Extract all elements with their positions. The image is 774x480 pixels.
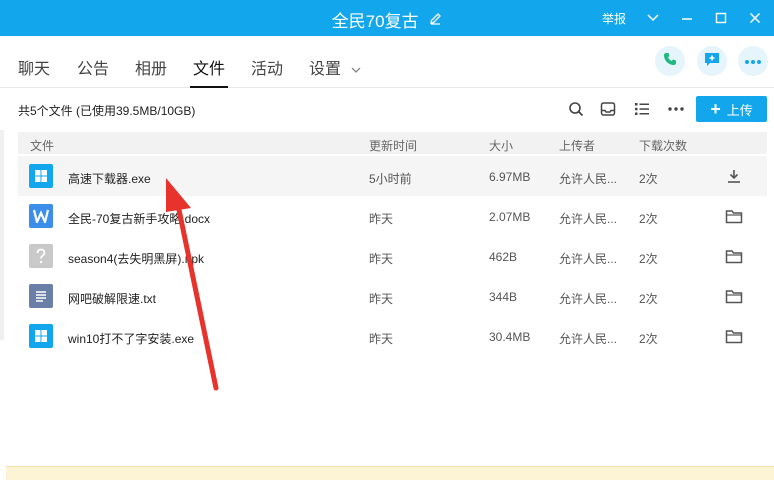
file-size: 344B <box>489 290 518 304</box>
file-name[interactable]: season4(去失明黑屏).npk <box>68 250 204 267</box>
file-toolbar: 共5个文件 (已使用39.5MB/10GB) + 上传 <box>0 88 774 130</box>
file-size: 6.97MB <box>489 170 531 184</box>
file-summary: 共5个文件 (已使用39.5MB/10GB) <box>18 104 196 118</box>
folder-icon[interactable] <box>724 247 744 265</box>
file-uploader: 允许人民... <box>559 172 618 186</box>
phone-button[interactable] <box>655 46 685 76</box>
chevron-down-icon[interactable] <box>646 11 660 25</box>
close-icon[interactable] <box>748 11 762 25</box>
tab-announcement[interactable]: 公告 <box>77 55 109 79</box>
file-time: 昨天 <box>369 292 394 306</box>
word-file-icon <box>29 204 53 228</box>
column-header-downloads[interactable]: 下载次数 <box>639 137 687 154</box>
tab-settings-label: 设置 <box>309 61 342 78</box>
text-file-icon <box>29 284 53 308</box>
table-row[interactable]: 全民-70复古新手攻略.docx 昨天 2.07MB 允许人民... 2次 <box>18 196 767 236</box>
add-message-button[interactable] <box>697 46 727 76</box>
window-controls: 举报 <box>602 0 762 36</box>
column-header-size[interactable]: 大小 <box>489 137 513 154</box>
tab-activity[interactable]: 活动 <box>251 55 283 79</box>
windows-file-icon <box>29 164 53 188</box>
file-size: 2.07MB <box>489 210 531 224</box>
file-downloads: 2次 <box>639 212 658 226</box>
edit-icon[interactable] <box>429 10 442 30</box>
file-name[interactable]: win10打不了字安装.exe <box>68 330 194 347</box>
column-header-time[interactable]: 更新时间 <box>369 137 417 154</box>
file-downloads: 2次 <box>639 332 658 346</box>
unknown-file-icon <box>29 244 53 268</box>
notice-bar <box>6 466 774 480</box>
file-size: 30.4MB <box>489 330 531 344</box>
minimize-icon[interactable] <box>680 11 694 25</box>
file-name[interactable]: 网吧破解限速.txt <box>68 290 156 307</box>
tab-chat[interactable]: 聊天 <box>18 55 50 79</box>
list-view-icon[interactable] <box>633 100 651 118</box>
table-row[interactable]: 高速下载器.exe 5小时前 6.97MB 允许人民... 2次 <box>18 156 767 196</box>
file-time: 昨天 <box>369 212 394 226</box>
folder-icon[interactable] <box>724 327 744 345</box>
window-title: 全民70复古 <box>331 12 419 31</box>
report-button[interactable]: 举报 <box>602 10 626 27</box>
file-uploader: 允许人民... <box>559 292 618 306</box>
file-size: 462B <box>489 250 518 264</box>
maximize-icon[interactable] <box>714 11 728 25</box>
title-bar: 全民70复古 举报 <box>0 0 774 36</box>
file-downloads: 2次 <box>639 292 658 306</box>
phone-icon <box>662 51 678 72</box>
add-message-icon <box>703 50 721 73</box>
file-uploader: 允许人民... <box>559 212 618 226</box>
download-icon[interactable] <box>724 167 744 185</box>
tab-settings[interactable]: 设置 <box>309 55 361 79</box>
more-options-icon[interactable] <box>667 100 685 118</box>
plus-icon: + <box>710 99 721 119</box>
file-time: 5小时前 <box>369 172 412 186</box>
file-downloads: 2次 <box>639 172 658 186</box>
file-name[interactable]: 高速下载器.exe <box>68 170 151 187</box>
tab-files[interactable]: 文件 <box>193 55 225 79</box>
folder-icon[interactable] <box>724 207 744 225</box>
file-time: 昨天 <box>369 252 394 266</box>
chevron-down-icon <box>351 61 361 79</box>
file-uploader: 允许人民... <box>559 332 618 346</box>
more-button[interactable] <box>738 46 768 76</box>
search-icon[interactable] <box>567 100 585 118</box>
windows-file-icon <box>29 324 53 348</box>
table-row[interactable]: season4(去失明黑屏).npk 昨天 462B 允许人民... 2次 <box>18 236 767 276</box>
upload-label: 上传 <box>726 102 753 118</box>
tab-album[interactable]: 相册 <box>135 55 167 79</box>
left-edge <box>0 130 4 340</box>
table-row[interactable]: 网吧破解限速.txt 昨天 344B 允许人民... 2次 <box>18 276 767 316</box>
file-name[interactable]: 全民-70复古新手攻略.docx <box>68 210 210 227</box>
upload-button[interactable]: + 上传 <box>696 96 767 122</box>
table-header: 文件 更新时间 大小 上传者 下载次数 <box>18 132 767 154</box>
file-downloads: 2次 <box>639 252 658 266</box>
more-icon <box>744 52 762 70</box>
table-row[interactable]: win10打不了字安装.exe 昨天 30.4MB 允许人民... 2次 <box>18 316 767 356</box>
tab-bar: 聊天 公告 相册 文件 活动 设置 <box>0 36 774 88</box>
file-uploader: 允许人民... <box>559 252 618 266</box>
inbox-icon[interactable] <box>599 100 617 118</box>
folder-icon[interactable] <box>724 287 744 305</box>
column-header-name[interactable]: 文件 <box>30 137 54 154</box>
column-header-uploader[interactable]: 上传者 <box>559 137 595 154</box>
file-time: 昨天 <box>369 332 394 346</box>
